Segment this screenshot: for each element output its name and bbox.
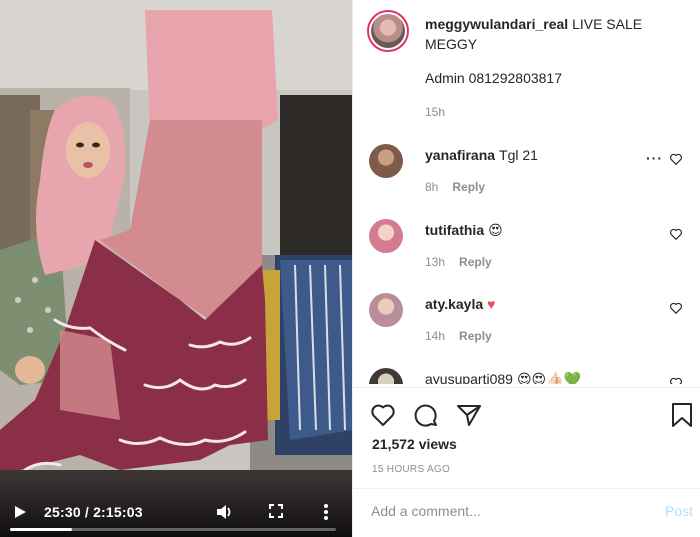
posted-time[interactable]: 15 HOURS AGO [372, 464, 450, 475]
play-icon[interactable] [12, 504, 28, 520]
like-comment-heart-icon[interactable] [669, 376, 683, 384]
comment-text: tutifathia 😍 [425, 222, 503, 239]
reply-button[interactable]: Reply [452, 180, 485, 194]
commenter-avatar[interactable] [369, 293, 403, 327]
comment-username[interactable]: aty.kayla [425, 296, 483, 312]
video-controls: 25:30 / 2:15:03 [0, 477, 352, 537]
like-comment-heart-icon[interactable] [669, 152, 683, 166]
comment-body: Tgl 21 [499, 147, 538, 163]
post-panel: meggywulandari_real LIVE SALE MEGGY Admi… [352, 0, 700, 537]
comment-time: 13h [425, 255, 446, 269]
add-comment-bar: Post [353, 488, 700, 537]
commenter-avatar[interactable] [369, 144, 403, 178]
view-count[interactable]: 21,572 views [372, 436, 457, 452]
comment-meta: 13h Reply [425, 255, 492, 269]
comment-item: ayusuparti089 😍😍👍🏻💚 [367, 364, 697, 384]
reply-button[interactable]: Reply [459, 255, 492, 269]
post-button[interactable]: Post [665, 503, 693, 519]
comment-meta: 14h Reply [425, 329, 492, 343]
comment-item: yanafirana Tgl 21 8h Reply ··· [367, 140, 697, 210]
video-time: 25:30 / 2:15:03 [44, 504, 143, 520]
comment-username[interactable]: tutifathia [425, 222, 484, 238]
comments-list[interactable]: yanafirana Tgl 21 8h Reply ··· tutifathia 😍… [367, 140, 697, 384]
comment-username[interactable]: yanafirana [425, 147, 495, 163]
commenter-avatar[interactable] [369, 219, 403, 253]
heart-icon[interactable] [370, 402, 396, 428]
comment-emoji: 😍😍👍🏻💚 [516, 371, 582, 384]
more-options-icon[interactable] [321, 503, 331, 521]
caption-username[interactable]: meggywulandari_real [425, 16, 568, 32]
post-actions: 21,572 views 15 HOURS AGO [353, 387, 700, 487]
comment-emoji: 😍 [488, 222, 503, 238]
comment-input[interactable] [371, 503, 631, 519]
comment-username[interactable]: ayusuparti089 [425, 371, 513, 384]
comment-text: aty.kayla ♥ [425, 296, 495, 312]
bookmark-icon[interactable] [669, 402, 695, 428]
more-options-icon[interactable]: ··· [646, 151, 663, 165]
comment-item: aty.kayla ♥ 14h Reply [367, 289, 697, 359]
caption-time: 15h [425, 105, 446, 119]
video-progress-fill [10, 528, 72, 531]
comment-item: tutifathia 😍 13h Reply [367, 215, 697, 285]
video-progress-bar[interactable] [10, 528, 336, 531]
share-icon[interactable] [456, 402, 482, 428]
video-player[interactable]: 25:30 / 2:15:03 [0, 0, 352, 537]
like-comment-heart-icon[interactable] [669, 301, 683, 315]
comment-meta: 8h Reply [425, 180, 485, 194]
volume-icon[interactable] [215, 503, 233, 521]
comment-time: 14h [425, 329, 446, 343]
reply-button[interactable]: Reply [459, 329, 492, 343]
caption-admin-line: Admin 081292803817 [425, 70, 563, 86]
author-avatar[interactable] [367, 10, 409, 52]
like-comment-heart-icon[interactable] [669, 227, 683, 241]
comment-icon[interactable] [413, 402, 439, 428]
fullscreen-icon[interactable] [269, 504, 283, 518]
comment-time: 8h [425, 180, 439, 194]
caption-text: meggywulandari_real LIVE SALE MEGGY [425, 14, 695, 54]
comment-text: ayusuparti089 😍😍👍🏻💚 [425, 371, 581, 384]
comment-text: yanafirana Tgl 21 [425, 147, 538, 163]
commenter-avatar[interactable] [369, 368, 403, 384]
comment-emoji: ♥ [487, 296, 496, 312]
video-frame [0, 0, 352, 537]
